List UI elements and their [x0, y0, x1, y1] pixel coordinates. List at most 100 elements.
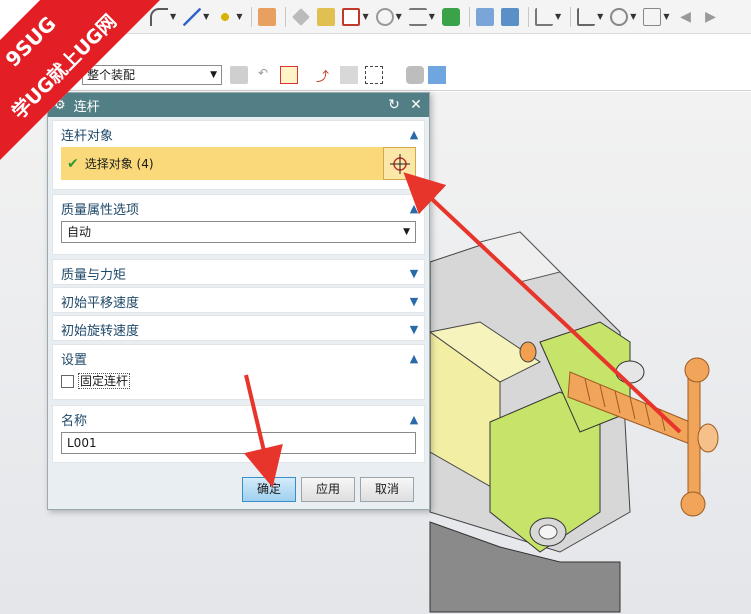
joint-icon [258, 7, 277, 26]
toolbar-marker-button[interactable] [317, 7, 336, 26]
dropdown-icon: ▼ [203, 12, 210, 21]
section-header[interactable]: 设置 ▲ [53, 345, 424, 371]
line-icon [183, 7, 202, 26]
handle-knob-top [684, 357, 710, 383]
section-label: 初始平移速度 [61, 295, 140, 311]
mass-properties-value: 自动 [67, 225, 92, 239]
fix-link-checkbox[interactable] [61, 374, 74, 388]
section-header[interactable]: 名称 ▲ [53, 406, 424, 432]
rectangle-select-icon[interactable] [365, 66, 383, 84]
section-settings: 设置 ▲ 固定连杆 [52, 344, 425, 400]
animation-icon [534, 7, 553, 26]
dropdown-icon: ▼ [170, 12, 177, 21]
dropdown-icon: ▼ [663, 12, 670, 21]
undo-icon[interactable]: ↶ [258, 66, 276, 84]
close-icon: ✕ [410, 97, 422, 113]
crosshair-icon [389, 153, 410, 174]
section-body: L001 [53, 432, 424, 462]
toolbar-joint-button[interactable] [258, 7, 277, 26]
dropdown-icon: ▼ [597, 12, 604, 21]
chevron-down-icon: ▼ [409, 266, 419, 280]
toolbar-solver-button[interactable] [441, 7, 460, 26]
section-label: 设置 [61, 352, 88, 368]
ruler-icon [292, 7, 311, 26]
reset-icon: ↻ [388, 97, 400, 113]
toolbar-motion-button[interactable]: ▼ [375, 7, 402, 26]
mass-properties-select[interactable]: 自动 ▼ [61, 221, 416, 243]
section-label: 初始旋转速度 [61, 323, 140, 339]
marker-icon [317, 7, 336, 26]
chevron-up-icon: ▲ [409, 351, 419, 365]
chevron-up-icon: ▲ [409, 412, 419, 426]
close-button[interactable]: ✕ [407, 97, 425, 113]
document-icon [500, 7, 519, 26]
watermark-logo: 9SUG 学UG就上UG网 [0, 0, 160, 160]
box-icon [342, 7, 361, 26]
toolbar-document-button[interactable] [500, 7, 519, 26]
component-filter-icon[interactable] [230, 66, 248, 84]
point-icon [216, 7, 235, 26]
fix-link-row[interactable]: 固定连杆 [61, 371, 416, 391]
toolbar-chart-button[interactable]: ▼ [643, 7, 670, 26]
toolbar-box-button[interactable]: ▼ [342, 7, 369, 26]
probe-icon [610, 7, 629, 26]
section-header[interactable]: 质量属性选项 ▲ [53, 195, 424, 221]
section-name: 名称 ▲ L001 [52, 405, 425, 463]
toolbar-point-button[interactable]: ▼ [216, 7, 243, 26]
toolbar-separator [285, 6, 287, 27]
toolbar-back-button[interactable]: ◀ [677, 8, 695, 26]
chevron-down-icon: ▼ [403, 227, 410, 237]
toolbar-line-button[interactable]: ▼ [183, 7, 210, 26]
solver-icon [441, 7, 460, 26]
edit-icon [475, 7, 494, 26]
handle-hub [697, 423, 719, 453]
toolbar-probe-button[interactable]: ▼ [610, 7, 637, 26]
motion-icon [375, 7, 394, 26]
chevron-up-icon: ▲ [409, 127, 419, 141]
dropdown-icon: ▼ [630, 12, 637, 21]
chevron-down-icon: ▼ [409, 294, 419, 308]
point-filter-icon[interactable] [340, 66, 358, 84]
section-header[interactable]: 初始旋转速度 ▼ [53, 316, 424, 342]
section-header[interactable]: 质量与力矩 ▼ [53, 260, 424, 286]
section-body: 自动 ▼ [53, 221, 424, 251]
toolbar-forward-button[interactable]: ▶ [702, 8, 720, 26]
section-label: 质量与力矩 [61, 267, 127, 283]
section-label: 名称 [61, 413, 88, 429]
handle-knob-bottom [680, 491, 706, 517]
reset-button[interactable]: ↻ [385, 97, 403, 113]
cancel-button[interactable]: 取消 [360, 477, 414, 502]
section-mass-properties: 质量属性选项 ▲ 自动 ▼ [52, 194, 425, 255]
toolbar-measure-button[interactable] [292, 7, 311, 26]
graph-icon [577, 7, 596, 26]
cube-icon[interactable] [428, 66, 446, 84]
toolbar-edit-button[interactable] [475, 7, 494, 26]
view-shaded-icon[interactable] [406, 66, 424, 84]
toolbar-separator [251, 6, 253, 27]
link-point-icon[interactable]: ⤴ [316, 66, 334, 85]
chevron-down-icon: ▼ [210, 70, 217, 80]
dropdown-icon: ▼ [236, 12, 243, 21]
select-object-button[interactable] [383, 147, 416, 180]
apply-button[interactable]: 应用 [301, 477, 355, 502]
toolbar-spring-button[interactable]: ▼ [408, 7, 435, 26]
dropdown-icon: ▼ [395, 12, 402, 21]
watermark-banner: 9SUG 学UG就上UG网 [0, 0, 160, 160]
ok-button[interactable]: 确定 [242, 477, 296, 502]
toolbar-graph-button[interactable]: ▼ [577, 7, 604, 26]
section-initial-translation: 初始平移速度 ▼ [52, 287, 425, 313]
chart-icon [643, 7, 662, 26]
nut [615, 360, 645, 384]
section-body: 固定连杆 [53, 371, 424, 399]
section-mass-moment: 质量与力矩 ▼ [52, 259, 425, 285]
bolt-core [538, 524, 558, 540]
toolbar-separator [570, 6, 572, 27]
toolbar-separator [527, 6, 529, 27]
section-label: 质量属性选项 [61, 202, 140, 218]
toolbar-animation-button[interactable]: ▼ [534, 7, 561, 26]
section-header[interactable]: 初始平移速度 ▼ [53, 288, 424, 314]
section-initial-rotation: 初始旋转速度 ▼ [52, 315, 425, 341]
snap-point-icon[interactable] [280, 66, 298, 84]
spring-icon [408, 7, 427, 26]
name-input[interactable]: L001 [61, 432, 416, 454]
